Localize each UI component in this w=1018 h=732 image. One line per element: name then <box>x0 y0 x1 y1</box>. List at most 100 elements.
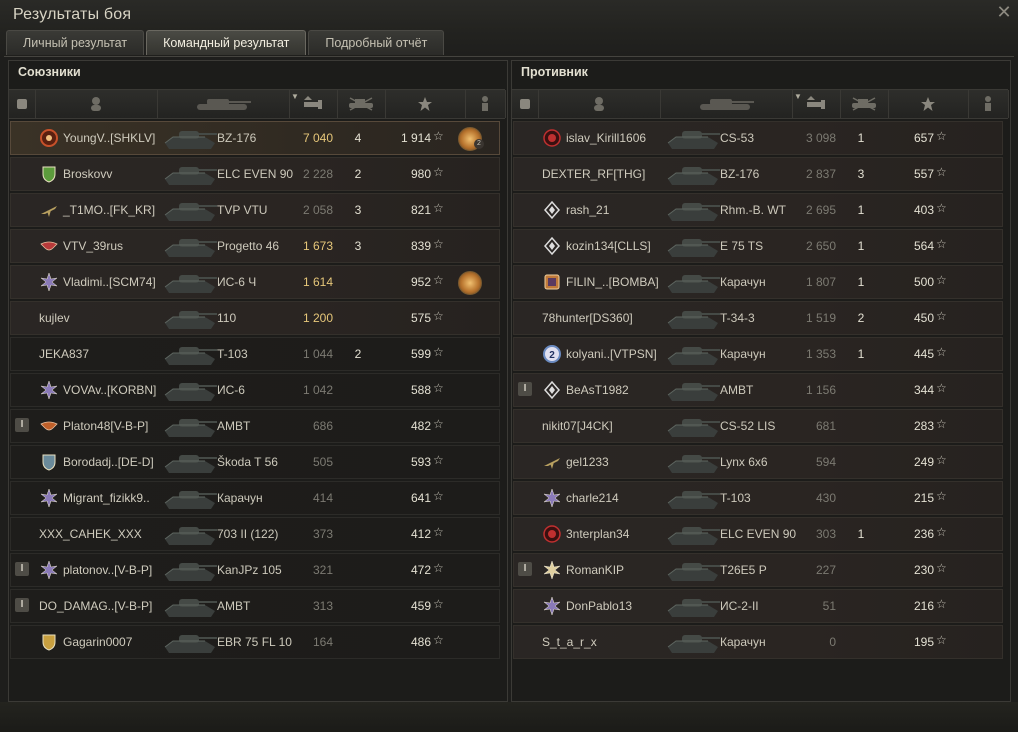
player-row[interactable]: islav_Kirill1606 CS-53 3 098 1 657 ☆ <box>513 121 1003 155</box>
tab-personal-result[interactable]: Личный результат <box>6 30 145 55</box>
player-row[interactable]: _T1MO..[FK_KR] TVP VTU 2 058 3 821 ☆ <box>10 193 500 227</box>
player-name[interactable]: FILIN_..[BOMBA] <box>566 275 659 289</box>
player-name[interactable]: Platon48[V-B-P] <box>63 419 148 433</box>
player-row[interactable]: nikit07[J4CK] CS-52 LIS 681 283 ☆ <box>513 409 1003 443</box>
damage-column-header[interactable]: ▼ <box>289 90 338 118</box>
damage-value: 3 098 <box>805 131 836 145</box>
player-row[interactable]: 3nterplan34 ELC EVEN 90 303 1 236 ☆ <box>513 517 1003 551</box>
player-row[interactable]: kujlev 110 1 200 575 ☆ <box>10 301 500 335</box>
player-row[interactable]: Broskovv ELC EVEN 90 2 228 2 980 ☆ <box>10 157 500 191</box>
damage-value: 1 673 <box>302 239 333 253</box>
player-name[interactable]: S_t_a_r_x <box>542 635 597 649</box>
frags-column-header <box>840 90 889 118</box>
xp-value: 445 <box>913 347 934 361</box>
damage-value: 686 <box>312 419 333 433</box>
player-name[interactable]: BeAsT1982 <box>566 383 629 397</box>
player-row[interactable]: Iplatonov..[V-B-P] KanJPz 105 321 472 ☆ <box>10 553 500 587</box>
allies-rows: YoungV..[SHKLV] BZ-176 7 040 4 1 914 ☆ 2 Brosko… <box>9 121 505 661</box>
player-name[interactable]: RomanKIP <box>566 563 624 577</box>
player-name[interactable]: islav_Kirill1606 <box>566 131 646 145</box>
xp-value: 459 <box>410 599 431 613</box>
player-row[interactable]: S_t_a_r_x Карачун 0 195 ☆ <box>513 625 1003 659</box>
star-icon: ☆ <box>936 453 947 467</box>
player-row[interactable]: kozin134[CLLS] E 75 TS 2 650 1 564 ☆ <box>513 229 1003 263</box>
player-name[interactable]: platonov..[V-B-P] <box>63 563 152 577</box>
damage-value: 1 200 <box>302 311 333 325</box>
tank-icon <box>666 231 722 261</box>
player-name[interactable]: charle214 <box>566 491 619 505</box>
damage-value: 681 <box>815 419 836 433</box>
player-row[interactable]: DEXTER_RF[THG] BZ-176 2 837 3 557 ☆ <box>513 157 1003 191</box>
player-name[interactable]: JEKA837 <box>39 347 89 361</box>
close-icon[interactable]: ✕ <box>994 2 1014 22</box>
player-row[interactable]: DonPablo13 ИС-2-II 51 216 ☆ <box>513 589 1003 623</box>
tank-icon <box>666 375 722 405</box>
player-row[interactable]: gel1233 Lynx 6x6 594 249 ☆ <box>513 445 1003 479</box>
player-name[interactable]: kozin134[CLLS] <box>566 239 651 253</box>
player-row[interactable]: 2 kolyani..[VTPSN] Карачун 1 353 1 445 ☆ <box>513 337 1003 371</box>
player-row[interactable]: XXX_CAHEK_XXX 703 II (122) 373 412 ☆ <box>10 517 500 551</box>
player-row[interactable]: I Platon48[V-B-P] AMBT 686 482 ☆ <box>10 409 500 443</box>
player-name[interactable]: DEXTER_RF[THG] <box>542 167 645 181</box>
player-name[interactable]: XXX_CAHEK_XXX <box>39 527 142 541</box>
player-name[interactable]: YoungV..[SHKLV] <box>63 131 155 145</box>
tank-name: T-103 <box>720 491 751 505</box>
player-row[interactable]: I DO_DAMAG..[V-B-P] AMBT 313 459 ☆ <box>10 589 500 623</box>
tank-name: Rhm.-B. WT <box>720 203 786 217</box>
player-row[interactable]: 78hunter[DS360] T-34-3 1 519 2 450 ☆ <box>513 301 1003 335</box>
player-name[interactable]: nikit07[J4CK] <box>542 419 613 433</box>
platoon-column-header <box>512 90 539 118</box>
player-name[interactable]: rash_21 <box>566 203 609 217</box>
player-row[interactable]: Gagarin0007 EBR 75 FL 10 164 486 ☆ <box>10 625 500 659</box>
tank-name: AMBT <box>217 599 251 613</box>
xp-column-header <box>385 90 466 118</box>
damage-value: 2 837 <box>805 167 836 181</box>
platoon-badge: I <box>15 598 29 612</box>
player-row[interactable]: YoungV..[SHKLV] BZ-176 7 040 4 1 914 ☆ 2 <box>10 121 500 155</box>
damage-value: 227 <box>815 563 836 577</box>
player-row[interactable]: Borodadj..[DE-D] Škoda T 56 505 593 ☆ <box>10 445 500 479</box>
tab-detailed-report[interactable]: Подробный отчёт <box>308 30 445 55</box>
player-name[interactable]: kolyani..[VTPSN] <box>566 347 657 361</box>
player-row[interactable]: FILIN_..[BOMBA] Карачун 1 807 1 500 ☆ <box>513 265 1003 299</box>
player-row[interactable]: Migrant_fizikk9.. Карачун 414 641 ☆ <box>10 481 500 515</box>
tank-name: ИС-2-II <box>720 599 759 613</box>
star-icon: ☆ <box>936 345 947 359</box>
player-name[interactable]: gel1233 <box>566 455 609 469</box>
platoon-badge: I <box>15 562 29 576</box>
player-name[interactable]: VTV_39rus <box>63 239 123 253</box>
player-name[interactable]: DO_DAMAG..[V-B-P] <box>39 599 152 613</box>
player-name[interactable]: Migrant_fizikk9.. <box>63 491 150 505</box>
player-row[interactable]: I RomanKIP T26E5 P 227 230 ☆ <box>513 553 1003 587</box>
player-name[interactable]: 78hunter[DS360] <box>542 311 633 325</box>
player-name[interactable]: Vladimi..[SCM74] <box>63 275 156 289</box>
star-icon: ☆ <box>936 237 947 251</box>
player-name[interactable]: Borodadj..[DE-D] <box>63 455 154 469</box>
player-name[interactable]: 3nterplan34 <box>566 527 629 541</box>
tank-icon <box>163 591 219 621</box>
player-name[interactable]: kujlev <box>39 311 70 325</box>
player-name[interactable]: DonPablo13 <box>566 599 632 613</box>
player-row[interactable]: VOVAv..[KORBN] ИС-6 1 042 588 ☆ <box>10 373 500 407</box>
star-icon: ☆ <box>936 165 947 179</box>
damage-column-header[interactable]: ▼ <box>792 90 841 118</box>
player-name[interactable]: Gagarin0007 <box>63 635 132 649</box>
player-name[interactable]: _T1MO..[FK_KR] <box>63 203 155 217</box>
player-row[interactable]: charle214 T-103 430 215 ☆ <box>513 481 1003 515</box>
player-row[interactable]: rash_21 Rhm.-B. WT 2 695 1 403 ☆ <box>513 193 1003 227</box>
frags-value: 1 <box>857 203 865 217</box>
player-name[interactable]: Broskovv <box>63 167 112 181</box>
frags-value: 1 <box>857 131 865 145</box>
player-name[interactable]: VOVAv..[KORBN] <box>63 383 156 397</box>
player-row[interactable]: Vladimi..[SCM74] ИС-6 Ч 1 614 952 ☆ <box>10 265 500 299</box>
tank-column-header <box>157 90 290 118</box>
xp-value: 482 <box>410 419 431 433</box>
tank-icon <box>163 555 219 585</box>
star-icon: ☆ <box>936 129 947 143</box>
tank-icon <box>163 159 219 189</box>
tab-team-result[interactable]: Командный результат <box>146 30 307 55</box>
player-row[interactable]: VTV_39rus Progetto 46 1 673 3 839 ☆ <box>10 229 500 263</box>
achievement-medal-icon[interactable] <box>458 271 482 295</box>
player-row[interactable]: I BeAsT1982 AMBT 1 156 344 ☆ <box>513 373 1003 407</box>
player-row[interactable]: JEKA837 T-103 1 044 2 599 ☆ <box>10 337 500 371</box>
